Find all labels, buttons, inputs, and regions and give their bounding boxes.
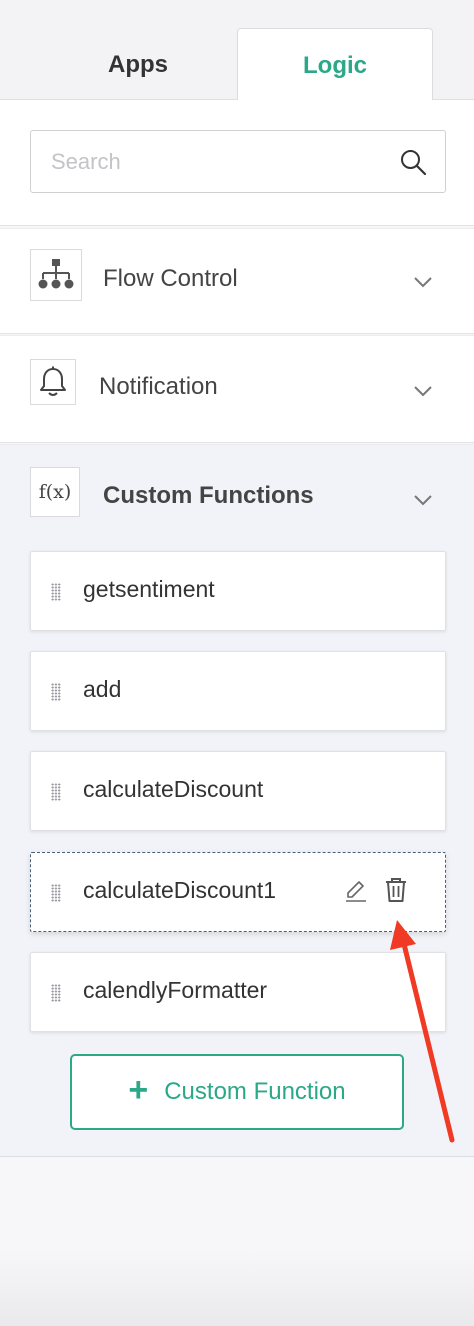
function-item[interactable]: getsentiment: [30, 551, 446, 631]
search-area: [0, 100, 474, 226]
add-custom-function-button[interactable]: + Custom Function: [70, 1054, 404, 1130]
function-item-label: calculateDiscount1: [83, 877, 277, 903]
section-label-notification: Notification: [99, 373, 218, 400]
tab-bar: Apps Logic: [0, 0, 474, 102]
drag-handle-icon[interactable]: [51, 583, 61, 601]
chevron-down-icon[interactable]: [412, 271, 434, 293]
function-icon: f(x): [30, 467, 80, 517]
drag-handle-icon[interactable]: [51, 783, 61, 801]
add-custom-function-label: Custom Function: [164, 1078, 346, 1105]
function-item[interactable]: calculateDiscount1: [30, 852, 446, 932]
tab-apps[interactable]: Apps: [42, 30, 234, 100]
function-item[interactable]: calendlyFormatter: [30, 952, 446, 1032]
function-item[interactable]: calculateDiscount: [30, 751, 446, 831]
section-label-custom-functions[interactable]: Custom Functions: [103, 482, 314, 510]
function-item-label: getsentiment: [83, 576, 215, 602]
function-item-label: calculateDiscount: [83, 776, 264, 802]
drag-handle-icon[interactable]: [51, 683, 61, 701]
search-input[interactable]: [51, 131, 391, 192]
drag-handle-icon[interactable]: [51, 984, 61, 1002]
org-chart-icon: [30, 249, 82, 301]
function-icon-text: f(x): [38, 481, 72, 503]
plus-icon: +: [128, 1071, 149, 1109]
function-item-label: calendlyFormatter: [83, 977, 268, 1003]
chevron-down-icon[interactable]: [412, 489, 434, 511]
tab-logic[interactable]: Logic: [237, 28, 433, 102]
function-item[interactable]: add: [30, 651, 446, 731]
section-notification[interactable]: Notification: [0, 335, 474, 443]
bottom-shadow: [0, 1250, 474, 1326]
section-label-flow-control: Flow Control: [103, 265, 238, 292]
search-box[interactable]: [30, 130, 446, 193]
section-flow-control[interactable]: Flow Control: [0, 228, 474, 334]
pencil-icon[interactable]: [343, 878, 369, 904]
drag-handle-icon[interactable]: [51, 884, 61, 902]
search-icon[interactable]: [399, 148, 427, 176]
function-item-label: add: [83, 676, 122, 702]
bell-icon: [30, 359, 76, 405]
trash-icon[interactable]: [383, 876, 409, 904]
chevron-down-icon[interactable]: [412, 380, 434, 402]
